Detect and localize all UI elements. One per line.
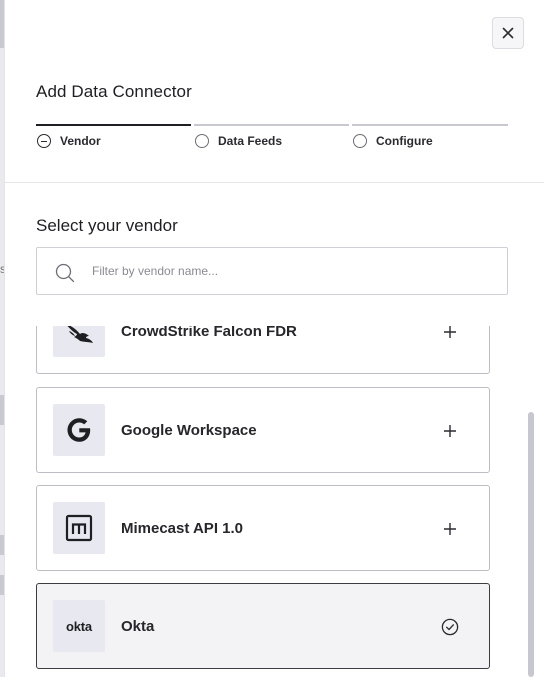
vendor-card-okta[interactable]: okta Okta [36, 583, 490, 669]
add-vendor-button[interactable] [439, 518, 461, 540]
selected-indicator[interactable] [439, 616, 461, 638]
close-icon [502, 27, 514, 39]
step-progress-bar [36, 124, 191, 126]
step-progress-bar [194, 124, 349, 126]
okta-logo-text: okta [66, 618, 92, 634]
vendor-name: CrowdStrike Falcon FDR [121, 326, 297, 340]
crowdstrike-falcon-logo [53, 326, 105, 357]
stepper: Vendor Data Feeds Configure [36, 124, 508, 154]
vendor-search [36, 247, 508, 295]
vendor-name: Okta [121, 618, 155, 635]
vendor-name: Mimecast API 1.0 [121, 520, 243, 537]
plus-icon [444, 523, 456, 535]
step-configure[interactable]: Configure [352, 124, 508, 154]
add-vendor-button[interactable] [439, 420, 461, 442]
plus-icon [444, 425, 456, 437]
empty-circle-icon [195, 134, 209, 148]
search-input[interactable] [92, 260, 482, 282]
section-title: Select your vendor [36, 216, 178, 235]
vendor-name: Google Workspace [121, 422, 257, 439]
plus-icon [444, 326, 456, 338]
empty-circle-icon [353, 134, 367, 148]
step-label: Configure [376, 134, 433, 148]
vendor-card-crowdstrike[interactable]: CrowdStrike Falcon FDR [36, 326, 490, 374]
close-button[interactable] [492, 17, 524, 49]
step-vendor[interactable]: Vendor [36, 124, 191, 154]
mimecast-m-logo [53, 502, 105, 554]
step-label: Data Feeds [218, 134, 283, 148]
google-g-logo [53, 404, 105, 456]
add-vendor-button[interactable] [439, 326, 461, 343]
step-progress-bar [352, 124, 508, 126]
vendor-list: CrowdStrike Falcon FDR Google Workspace [36, 326, 508, 677]
check-circle-icon [441, 618, 459, 636]
step-data-feeds[interactable]: Data Feeds [194, 124, 349, 154]
list-scrollbar[interactable] [528, 412, 534, 677]
minus-circle-icon [37, 134, 51, 148]
header-divider [5, 182, 544, 183]
add-data-connector-panel: Add Data Connector Vendor Data Feeds Con… [4, 0, 544, 677]
search-icon [55, 263, 75, 283]
okta-logo: okta [53, 600, 105, 652]
dialog-title: Add Data Connector [36, 82, 192, 101]
vendor-card-google-workspace[interactable]: Google Workspace [36, 387, 490, 473]
vendor-card-mimecast[interactable]: Mimecast API 1.0 [36, 485, 490, 571]
step-label: Vendor [60, 134, 101, 148]
